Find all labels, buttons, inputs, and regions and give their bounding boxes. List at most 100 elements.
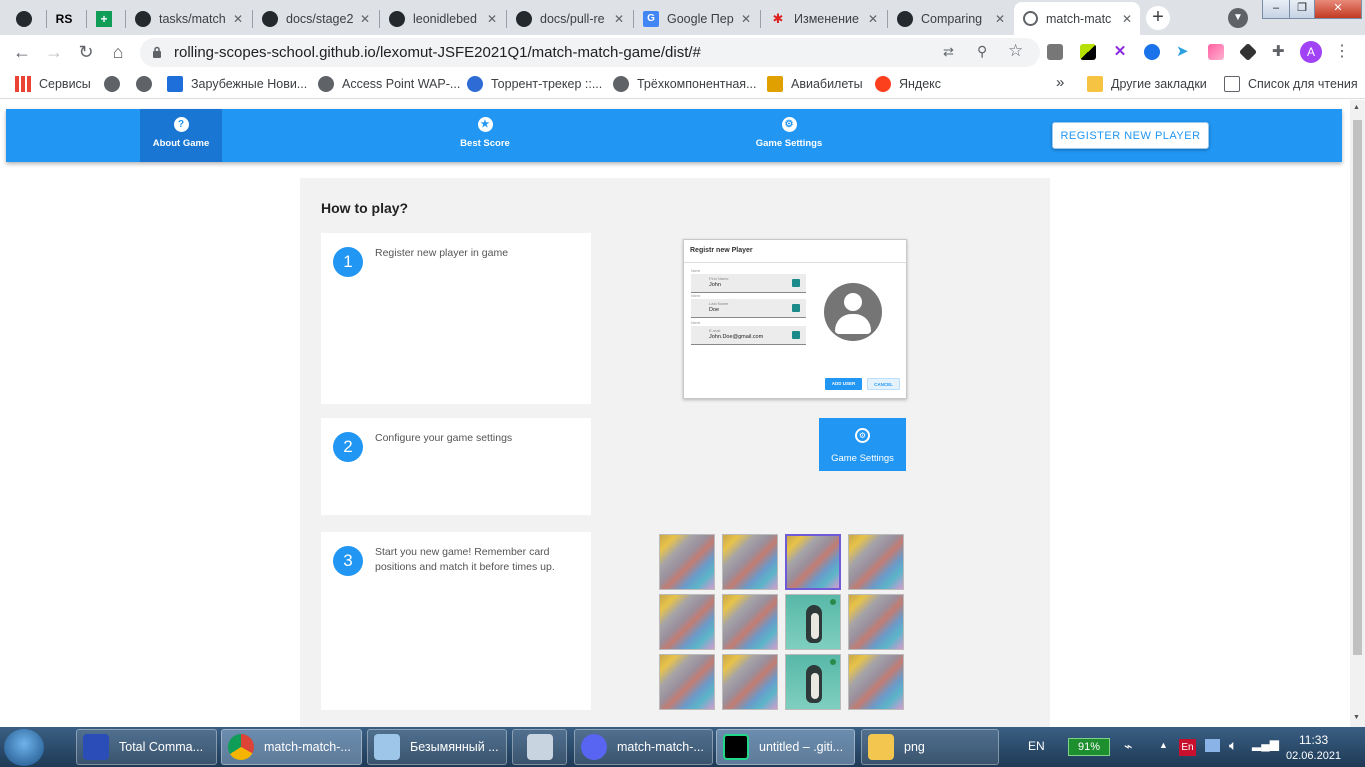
tab-leonidlebed[interactable]: leonidlebed ✕ xyxy=(381,2,505,35)
new-tab-button[interactable]: + xyxy=(1146,6,1170,30)
tab-title: leonidlebed xyxy=(413,11,477,26)
nav-about-game[interactable]: ? About Game xyxy=(140,109,222,162)
tab-google-translate[interactable]: G Google Пер ✕ xyxy=(635,2,759,35)
start-button[interactable] xyxy=(4,729,44,766)
profile-avatar[interactable]: A xyxy=(1300,41,1322,63)
taskbar-webstorm[interactable]: untitled – .giti... xyxy=(716,729,855,765)
bookmark-globe[interactable] xyxy=(136,76,160,92)
extension-icon[interactable]: ✕ xyxy=(1112,44,1128,60)
minimize-button[interactable]: – xyxy=(1262,0,1290,19)
close-icon[interactable]: ✕ xyxy=(487,12,497,26)
extension-icon[interactable]: ➤ xyxy=(1176,44,1192,60)
reading-list[interactable]: Список для чтения xyxy=(1224,76,1358,92)
close-icon[interactable]: ✕ xyxy=(233,12,243,26)
address-bar[interactable]: rolling-scopes-school.github.io/lexomut-… xyxy=(140,38,1040,67)
bookmark-globe[interactable] xyxy=(104,76,128,92)
language-indicator[interactable]: EN xyxy=(1028,739,1045,753)
scrollbar-thumb[interactable] xyxy=(1353,120,1362,655)
zoom-icon[interactable]: ⚲ xyxy=(977,43,987,60)
tab-docs-stage2[interactable]: docs/stage2 ✕ xyxy=(254,2,378,35)
taskbar-discord[interactable]: match-match-... xyxy=(574,729,713,765)
clock-time[interactable]: 11:33 xyxy=(1299,733,1328,747)
nav-best-score[interactable]: ★ Best Score xyxy=(444,109,526,162)
bookmark-apps[interactable]: Сервисы xyxy=(15,76,91,92)
page-scrollbar[interactable]: ▲ ▼ xyxy=(1350,100,1365,727)
tab-tasks[interactable]: tasks/match ✕ xyxy=(127,2,251,35)
other-bookmarks[interactable]: Другие закладки xyxy=(1087,76,1207,92)
about-content: How to play? 1 Register new player in ga… xyxy=(300,178,1050,727)
extension-icon[interactable] xyxy=(1080,44,1096,60)
show-hidden-icons-button[interactable]: ▲ xyxy=(1159,740,1168,750)
extension-icon[interactable] xyxy=(1208,44,1224,60)
extension-icon[interactable] xyxy=(1238,42,1258,62)
tab-search-button[interactable]: ▼ xyxy=(1228,8,1248,28)
game-settings-tile: ⚙ Game Settings xyxy=(819,418,906,471)
close-icon[interactable]: ✕ xyxy=(360,12,370,26)
taskbar-explorer-png[interactable]: png xyxy=(861,729,999,765)
taskbar-paint[interactable]: Безымянный ... xyxy=(367,729,507,765)
discord-icon xyxy=(581,734,607,760)
bookmark-three-component[interactable]: Трёхкомпонентная... xyxy=(613,76,757,92)
battery-indicator[interactable]: 91% xyxy=(1068,738,1110,756)
card xyxy=(659,534,715,590)
extension-icon[interactable] xyxy=(1047,44,1063,60)
bookmark-star-icon[interactable]: ☆ xyxy=(1008,41,1023,61)
home-button[interactable]: ⌂ xyxy=(108,42,128,62)
tab-rs[interactable]: RS xyxy=(48,2,84,35)
tab-sheets[interactable]: + xyxy=(88,2,124,35)
step-number: 1 xyxy=(333,247,363,277)
folder-icon xyxy=(868,734,894,760)
tab-huawei[interactable]: ✱ Изменение ✕ xyxy=(762,2,886,35)
bookmarks-overflow-button[interactable]: » xyxy=(1056,74,1064,91)
bookmark-access-point[interactable]: Access Point WAP-... xyxy=(318,76,460,92)
check-icon xyxy=(792,331,800,339)
tab-title: docs/pull-re xyxy=(540,11,605,26)
extension-icon[interactable] xyxy=(1144,44,1160,60)
clock-date[interactable]: 02.06.2021 xyxy=(1286,750,1341,762)
close-icon[interactable]: ✕ xyxy=(868,12,878,26)
close-icon[interactable]: ✕ xyxy=(1122,12,1132,26)
bookmark-foreign-news[interactable]: Зарубежные Нови... xyxy=(167,76,307,92)
close-icon[interactable]: ✕ xyxy=(614,12,624,26)
taskbar-total-commander[interactable]: Total Comma... xyxy=(76,729,217,765)
network-signal-icon[interactable]: ▂▄▆ xyxy=(1252,737,1279,751)
close-icon[interactable]: ✕ xyxy=(995,12,1005,26)
power-plug-icon[interactable]: ⌁ xyxy=(1124,738,1132,755)
tab-docs-pull[interactable]: docs/pull-re ✕ xyxy=(508,2,632,35)
step-card-2: 2 Configure your game settings xyxy=(321,418,591,515)
maximize-button[interactable]: ❐ xyxy=(1289,0,1315,19)
tab-title: Изменение xyxy=(794,11,859,26)
tab-comparing[interactable]: Comparing ✕ xyxy=(889,2,1013,35)
card-penguin xyxy=(785,594,841,650)
nav-game-settings[interactable]: ⚙ Game Settings xyxy=(748,109,830,162)
huawei-icon: ✱ xyxy=(772,10,784,26)
card xyxy=(722,594,778,650)
card xyxy=(848,594,904,650)
add-user-button: ADD USER xyxy=(825,378,862,390)
tab-github[interactable] xyxy=(8,2,44,35)
keyboard-layout-indicator[interactable]: En xyxy=(1179,739,1196,756)
register-new-player-button[interactable]: REGISTER NEW PLAYER xyxy=(1052,122,1209,149)
taskbar-chrome[interactable]: match-match-... xyxy=(221,729,362,765)
penguin-image xyxy=(806,605,822,643)
forward-button[interactable]: → xyxy=(44,42,64,62)
bookmark-avia[interactable]: Авиабилеты xyxy=(767,76,863,92)
reload-button[interactable]: ↻ xyxy=(76,42,96,62)
volume-icon[interactable]: 🔈︎ xyxy=(1229,737,1237,754)
globe-icon xyxy=(613,76,629,92)
paint-icon xyxy=(374,734,400,760)
close-icon[interactable]: ✕ xyxy=(741,12,751,26)
taskbar-calculator[interactable] xyxy=(512,729,567,765)
calculator-icon xyxy=(527,734,553,760)
bookmark-yandex[interactable]: Яндекс xyxy=(875,76,941,92)
puzzle-icon[interactable]: ✚ xyxy=(1272,44,1288,60)
menu-icon[interactable]: ⋮ xyxy=(1334,41,1350,61)
step-number: 3 xyxy=(333,546,363,576)
sheets-icon: + xyxy=(96,10,112,27)
bookmark-torrent[interactable]: Торрент-трекер ::... xyxy=(467,76,602,92)
window-close-button[interactable]: ✕ xyxy=(1314,0,1362,19)
action-center-icon[interactable] xyxy=(1205,739,1220,752)
back-button[interactable]: ← xyxy=(12,42,32,62)
translate-icon[interactable]: ⇄ xyxy=(943,44,954,60)
tab-match-match[interactable]: match-matc ✕ xyxy=(1014,2,1140,35)
